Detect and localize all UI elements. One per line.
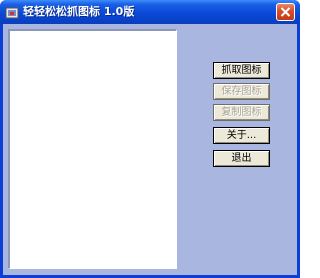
icon-preview-panel (8, 29, 177, 269)
save-icon-button[interactable]: 保存图标 (213, 83, 270, 100)
client-area: 抓取图标 保存图标 复制图标 关于... 退出 (3, 24, 297, 275)
copy-icon-button[interactable]: 复制图标 (213, 104, 270, 121)
app-icon (5, 5, 19, 19)
app-window: 轻轻松松抓图标 1.0版 抓取图标 保存图标 复制图标 关于... 退出 (0, 0, 300, 278)
window-title: 轻轻松松抓图标 1.0版 (23, 5, 135, 18)
close-button[interactable] (276, 3, 295, 21)
close-icon (280, 7, 291, 17)
title-bar[interactable]: 轻轻松松抓图标 1.0版 (0, 0, 300, 24)
capture-icon-button[interactable]: 抓取图标 (213, 62, 270, 79)
exit-button[interactable]: 退出 (213, 150, 270, 167)
about-button[interactable]: 关于... (213, 127, 270, 144)
